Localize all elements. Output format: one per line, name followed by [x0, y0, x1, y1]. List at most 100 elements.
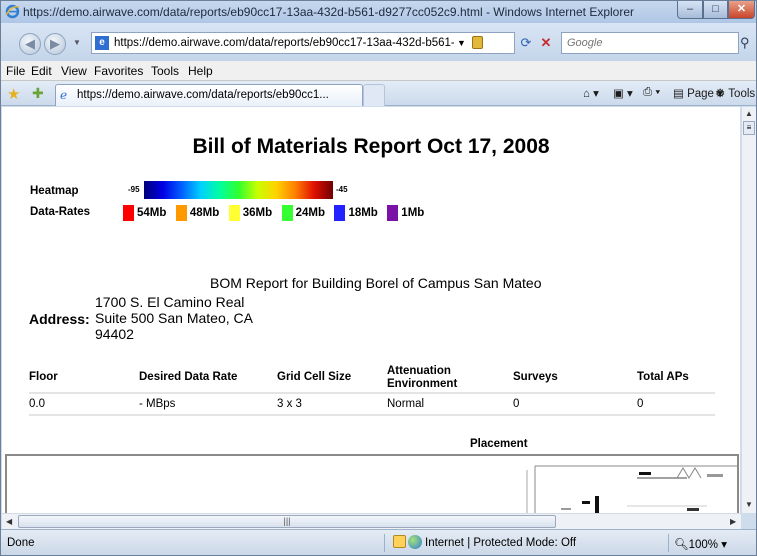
- column-header: Floor: [29, 363, 139, 394]
- table-cell: 0.0: [29, 393, 139, 416]
- tab-bar: ★ ✚ ℯ https://demo.airwave.com/data/repo…: [1, 81, 756, 106]
- internet-explorer-icon: [5, 4, 20, 19]
- feeds-icon[interactable]: ▣ ▾: [613, 86, 633, 100]
- table-cell: 0: [637, 393, 715, 416]
- address-line: 94402: [95, 326, 134, 342]
- globe-icon: [408, 535, 422, 549]
- scroll-right-icon[interactable]: ▶: [730, 517, 736, 526]
- table-cell: 0: [513, 393, 637, 416]
- home-icon[interactable]: ⌂ ▾: [583, 86, 599, 100]
- protected-mode-icon[interactable]: [393, 535, 406, 548]
- menu-favorites[interactable]: Favorites: [94, 64, 143, 78]
- search-icon[interactable]: ⚲: [740, 35, 750, 51]
- address-dropdown-icon[interactable]: ▼: [457, 38, 466, 48]
- status-divider: [668, 534, 669, 552]
- heatmap-gradient: [144, 181, 333, 199]
- rate-swatch: [387, 204, 399, 221]
- horizontal-scroll-thumb[interactable]: |||: [18, 515, 556, 528]
- address-bar[interactable]: e https://demo.airwave.com/data/reports/…: [91, 32, 515, 54]
- scroll-left-icon[interactable]: ◀: [6, 517, 12, 526]
- bom-heading: BOM Report for Building Borel of Campus …: [210, 275, 542, 291]
- rate-swatch: [334, 204, 346, 221]
- rate-item: 54Mb: [123, 204, 167, 221]
- close-button[interactable]: ✕: [728, 1, 755, 19]
- forward-button[interactable]: ▶: [44, 33, 66, 55]
- zoom-icon: 🔍︎: [674, 539, 689, 551]
- zoom-level[interactable]: 🔍︎100% ▾: [674, 537, 727, 551]
- heatmap-min-value: -95: [128, 185, 140, 194]
- column-header: Total APs: [637, 363, 715, 394]
- rate-label: 54Mb: [137, 206, 167, 219]
- column-header: Surveys: [513, 363, 637, 394]
- search-box[interactable]: [561, 32, 739, 54]
- search-input[interactable]: [567, 33, 717, 53]
- stop-button[interactable]: ✕: [537, 32, 555, 54]
- horizontal-scrollbar[interactable]: ◀ ||| ▶: [2, 513, 741, 529]
- menu-help[interactable]: Help: [188, 64, 213, 78]
- print-icon[interactable]: ⎙ ▾: [643, 86, 660, 99]
- heatmap-max-value: -45: [336, 185, 348, 194]
- rate-label: 48Mb: [189, 206, 220, 219]
- browser-window: https://demo.airwave.com/data/reports/eb…: [0, 0, 757, 556]
- column-header: Desired Data Rate: [139, 363, 277, 394]
- table-header-row: Floor Desired Data Rate Grid Cell Size A…: [29, 363, 715, 394]
- placement-label: Placement: [470, 438, 528, 450]
- history-dropdown-icon[interactable]: ▼: [73, 38, 81, 47]
- rate-item: 48Mb: [175, 204, 220, 221]
- minimize-button[interactable]: –: [677, 1, 703, 19]
- vertical-scroll-thumb[interactable]: ≡: [743, 121, 755, 135]
- rate-swatch: [228, 204, 240, 221]
- address-line: Suite 500 San Mateo, CA: [95, 310, 253, 326]
- rate-label: 36Mb: [242, 206, 273, 219]
- back-button[interactable]: ◀: [19, 33, 41, 55]
- menu-file[interactable]: File: [6, 64, 25, 78]
- tools-menu-label: Tools: [728, 88, 756, 100]
- heatmap-label: Heatmap: [30, 185, 79, 197]
- status-bar: Done Internet | Protected Mode: Off 🔍︎10…: [1, 529, 756, 555]
- ie-page-icon: ℯ: [60, 88, 68, 102]
- favorites-star-icon[interactable]: ★: [7, 85, 20, 103]
- lock-icon[interactable]: [472, 36, 483, 49]
- tools-menu-button[interactable]: ⚙ Tools: [715, 86, 755, 100]
- refresh-button[interactable]: ⟳: [516, 32, 536, 54]
- table-cell: - MBps: [139, 393, 277, 416]
- page-content: Bill of Materials Report Oct 17, 2008 He…: [2, 107, 740, 513]
- maximize-button[interactable]: □: [703, 1, 728, 19]
- page-icon: e: [95, 36, 109, 50]
- status-divider: [384, 534, 385, 552]
- rate-swatch: [281, 204, 293, 221]
- menu-edit[interactable]: Edit: [31, 64, 52, 78]
- title-bar: https://demo.airwave.com/data/reports/eb…: [1, 1, 756, 23]
- tab-report[interactable]: ℯ https://demo.airwave.com/data/reports/…: [55, 84, 363, 106]
- scroll-down-icon[interactable]: ▼: [745, 500, 753, 509]
- report-title: Bill of Materials Report Oct 17, 2008: [192, 135, 550, 158]
- address-label: Address:: [29, 311, 90, 327]
- rate-item: 36Mb: [228, 204, 273, 221]
- menu-view[interactable]: View: [61, 64, 87, 78]
- menu-tools[interactable]: Tools: [151, 64, 179, 78]
- page-menu-label: Page: [687, 88, 714, 100]
- floor-plan-drawing: [526, 465, 737, 513]
- tab-label: https://demo.airwave.com/data/reports/eb…: [77, 89, 329, 101]
- new-tab-button[interactable]: [363, 84, 385, 106]
- column-header: Attenuation Environment: [387, 363, 513, 394]
- security-zone-text[interactable]: Internet | Protected Mode: Off: [425, 537, 576, 549]
- address-block: 1700 S. El Camino Real Suite 500 San Mat…: [95, 294, 253, 342]
- address-line: 1700 S. El Camino Real: [95, 294, 245, 310]
- rate-item: 18Mb: [334, 204, 378, 221]
- rate-item: 1Mb: [387, 204, 425, 221]
- rate-label: 24Mb: [295, 206, 325, 219]
- window-title: https://demo.airwave.com/data/reports/eb…: [23, 5, 634, 19]
- vertical-scrollbar[interactable]: ▲ ≡ ▼: [741, 107, 756, 513]
- status-text: Done: [7, 537, 35, 549]
- add-favorite-icon[interactable]: ✚: [32, 85, 44, 102]
- scroll-up-icon[interactable]: ▲: [745, 109, 753, 118]
- address-url[interactable]: https://demo.airwave.com/data/reports/eb…: [114, 37, 454, 49]
- menu-bar: File Edit View Favorites Tools Help: [1, 61, 756, 81]
- rate-swatch: [175, 204, 187, 221]
- data-rates-label: Data-Rates: [30, 206, 91, 218]
- rate-label: 1Mb: [401, 206, 425, 219]
- rate-item: 24Mb: [281, 204, 325, 221]
- rate-swatch: [123, 204, 134, 221]
- table-cell: 3 x 3: [277, 393, 387, 416]
